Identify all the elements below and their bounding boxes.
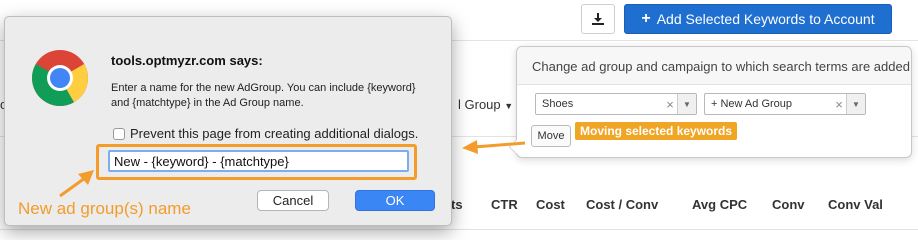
arrow-from-label xyxy=(59,170,94,198)
annotation-label: New ad group(s) name xyxy=(18,199,191,218)
arrow-to-input xyxy=(462,140,526,154)
